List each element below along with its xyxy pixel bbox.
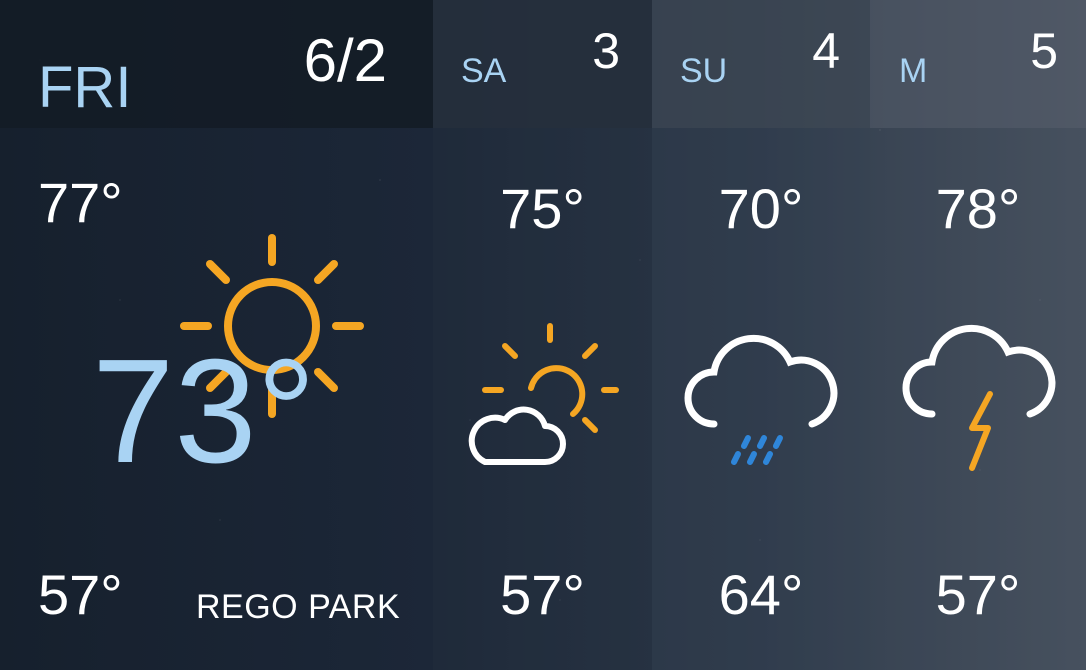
forecast-day-1-header: SA 3 <box>433 0 652 128</box>
today-high-temp: 77° <box>38 171 123 234</box>
forecast-low-temp: 57° <box>500 563 585 626</box>
today-header: FRI 6/2 <box>0 0 433 128</box>
partly-cloudy-icon <box>463 320 623 475</box>
current-temp: 73° <box>92 329 316 494</box>
forecast-day-3[interactable]: M 5 78° 57° <box>870 0 1086 670</box>
forecast-low-temp: 64° <box>718 563 804 626</box>
rain-icon <box>684 328 844 473</box>
forecast-day-label: SA <box>461 52 507 90</box>
today-day-label: FRI <box>38 55 132 120</box>
forecast-date-label: 4 <box>812 23 840 79</box>
forecast-high-temp: 70° <box>718 177 804 240</box>
forecast-high-temp: 78° <box>935 177 1021 240</box>
today-panel[interactable]: FRI 6/2 77° 73° 57° REGO PARK <box>0 0 433 670</box>
today-low-temp: 57° <box>38 563 123 626</box>
forecast-date-label: 5 <box>1030 23 1058 79</box>
forecast-low-temp: 57° <box>935 563 1021 626</box>
forecast-day-1[interactable]: SA 3 75° 57° <box>433 0 652 670</box>
today-date-label: 6/2 <box>303 27 387 94</box>
location-label[interactable]: REGO PARK <box>196 588 400 627</box>
forecast-day-label: SU <box>680 52 728 90</box>
forecast-day-2[interactable]: SU 4 70° 64° <box>652 0 870 670</box>
forecast-day-label: M <box>899 52 928 90</box>
weather-widget[interactable]: FRI 6/2 77° 73° 57° REGO PARK SA 3 75° 5… <box>0 0 1086 670</box>
forecast-high-temp: 75° <box>500 177 585 240</box>
forecast-date-label: 3 <box>592 23 620 79</box>
thunderstorm-icon <box>902 316 1062 476</box>
forecast-day-2-header: SU 4 <box>652 0 870 128</box>
forecast-day-3-header: M 5 <box>870 0 1086 128</box>
